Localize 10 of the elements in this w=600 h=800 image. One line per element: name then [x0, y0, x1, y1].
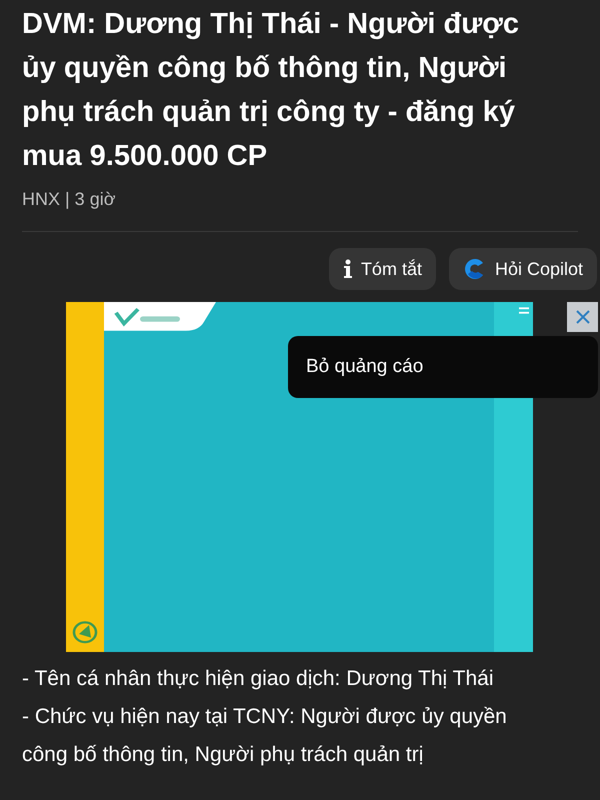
- article-meta: HNX | 3 giờ: [22, 188, 117, 211]
- copilot-button[interactable]: Hỏi Copilot: [448, 248, 597, 290]
- close-ad-button[interactable]: [567, 302, 598, 332]
- summary-button[interactable]: Tóm tắt: [328, 248, 436, 290]
- remove-ad-menu-item[interactable]: Bỏ quảng cáo: [288, 336, 598, 398]
- close-icon: [574, 309, 590, 325]
- body-paragraph: - Tên cá nhân thực hiện giao dịch: Dương Thị Thái: [22, 666, 494, 692]
- body-paragraph: - Chức vụ hiện nay tại TCNY: Người được ủy quyền công bố thông tin, Người phụ trách quản trị: [22, 704, 508, 768]
- article-title: DVM: Dương Thị Thái - Người được ủy quyền công bố thông tin, Người phụ trách quản trị công ty - đăng ký mua 9.500.000 CP: [22, 7, 520, 174]
- info-icon: [342, 259, 353, 279]
